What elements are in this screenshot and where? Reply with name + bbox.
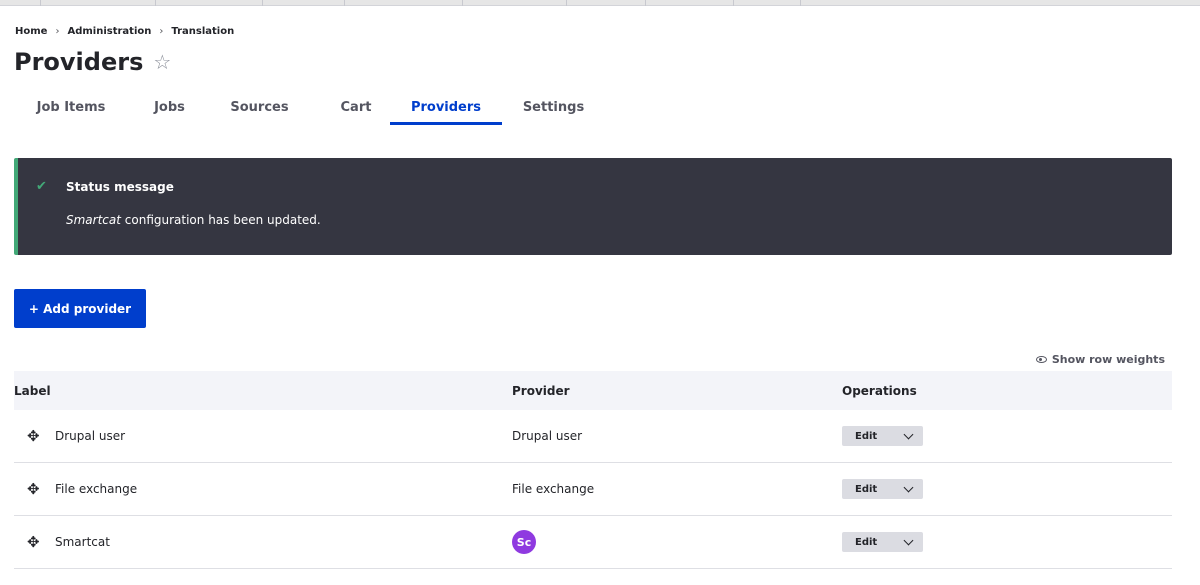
breadcrumb-separator: › bbox=[55, 26, 60, 37]
page-title-text: Providers bbox=[14, 48, 144, 76]
column-header-provider: Provider bbox=[512, 383, 570, 398]
tab-providers[interactable]: Providers bbox=[390, 92, 502, 125]
operations-dropdown: Edit bbox=[842, 532, 923, 552]
providers-table: Label Provider Operations ✥ Drupal user … bbox=[14, 371, 1172, 569]
status-message: ✔ Status message Smartcat configuration … bbox=[14, 158, 1172, 255]
star-icon[interactable]: ☆ bbox=[153, 50, 171, 74]
row-label-cell: ✥ File exchange bbox=[14, 481, 512, 497]
breadcrumb: Home › Administration › Translation bbox=[15, 26, 234, 37]
main-content: ✔ Status message Smartcat configuration … bbox=[0, 125, 1200, 585]
column-header-label: Label bbox=[14, 383, 51, 398]
row-label: Smartcat bbox=[55, 535, 110, 549]
drag-handle-icon[interactable]: ✥ bbox=[27, 534, 55, 550]
column-header-operations: Operations bbox=[842, 383, 917, 398]
row-label-cell: ✥ Drupal user bbox=[14, 428, 512, 444]
row-provider: Drupal user bbox=[512, 429, 583, 443]
table-row: ✥ Drupal user Drupal user Edit bbox=[14, 410, 1172, 463]
edit-button[interactable]: Edit bbox=[842, 537, 894, 548]
status-provider-name: Smartcat bbox=[66, 213, 121, 227]
row-label-cell: ✥ Smartcat bbox=[14, 534, 512, 550]
row-provider: Sc bbox=[512, 530, 842, 554]
chevron-down-icon[interactable] bbox=[894, 426, 923, 446]
row-provider: File exchange bbox=[512, 482, 595, 496]
operations-dropdown: Edit bbox=[842, 479, 923, 499]
drag-handle-icon[interactable]: ✥ bbox=[27, 428, 55, 444]
tab-sources[interactable]: Sources bbox=[197, 92, 322, 125]
status-title: Status message bbox=[66, 180, 174, 194]
chevron-down-icon[interactable] bbox=[894, 532, 923, 552]
tab-settings[interactable]: Settings bbox=[502, 92, 605, 125]
row-operations: Edit bbox=[842, 426, 1172, 446]
operations-dropdown: Edit bbox=[842, 426, 923, 446]
breadcrumb-separator: › bbox=[159, 26, 164, 37]
add-provider-button[interactable]: + Add provider bbox=[14, 289, 146, 328]
eye-icon bbox=[1035, 356, 1047, 363]
check-icon: ✔ bbox=[36, 179, 47, 194]
tab-job-items[interactable]: Job Items bbox=[0, 92, 142, 125]
status-text: Smartcat configuration has been updated. bbox=[66, 213, 321, 227]
chevron-down-icon[interactable] bbox=[894, 479, 923, 499]
row-label: File exchange bbox=[55, 482, 138, 496]
page-title: Providers ☆ bbox=[14, 48, 171, 76]
row-operations: Edit bbox=[842, 532, 1172, 552]
edit-button[interactable]: Edit bbox=[842, 431, 894, 442]
breadcrumb-administration[interactable]: Administration bbox=[67, 26, 151, 37]
page-header: Home › Administration › Translation Prov… bbox=[0, 6, 1200, 125]
tab-bar: Job Items Jobs Sources Cart Providers Se… bbox=[0, 92, 605, 125]
table-row: ✥ Smartcat Sc Edit bbox=[14, 516, 1172, 569]
tab-jobs[interactable]: Jobs bbox=[142, 92, 197, 125]
show-row-weights-label: Show row weights bbox=[1051, 353, 1165, 366]
status-text-rest: configuration has been updated. bbox=[120, 213, 321, 227]
show-row-weights-button[interactable]: Show row weights bbox=[1035, 353, 1165, 366]
breadcrumb-translation[interactable]: Translation bbox=[171, 26, 234, 37]
breadcrumb-home[interactable]: Home bbox=[15, 26, 47, 37]
table-row: ✥ File exchange File exchange Edit bbox=[14, 463, 1172, 516]
row-operations: Edit bbox=[842, 479, 1172, 499]
smartcat-logo-icon: Sc bbox=[512, 530, 536, 554]
drag-handle-icon[interactable]: ✥ bbox=[27, 481, 55, 497]
edit-button[interactable]: Edit bbox=[842, 484, 894, 495]
table-header: Label Provider Operations bbox=[14, 371, 1172, 410]
tab-cart[interactable]: Cart bbox=[322, 92, 390, 125]
row-label: Drupal user bbox=[55, 429, 126, 443]
